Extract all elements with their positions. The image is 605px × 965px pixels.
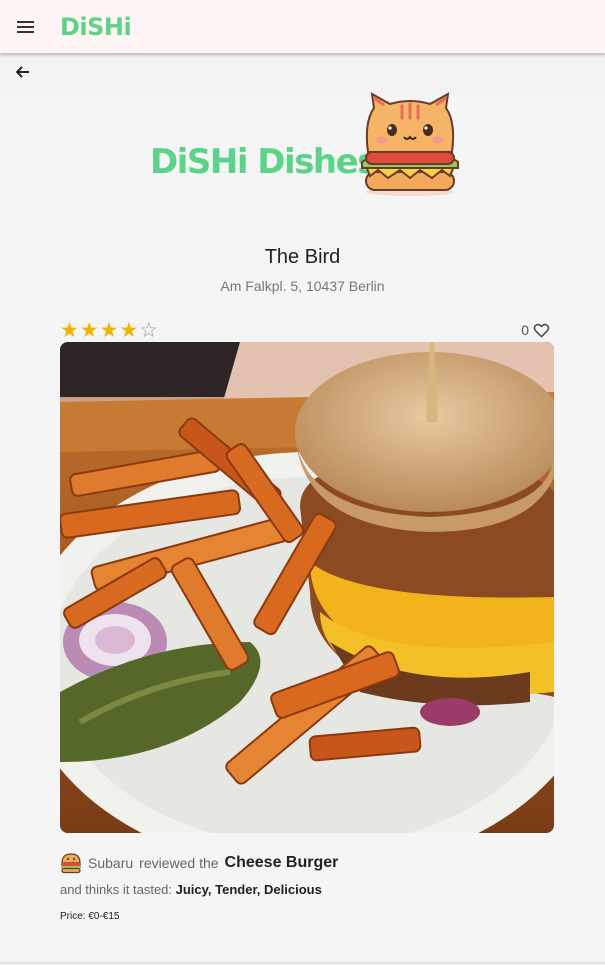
restaurant-name[interactable]: The Bird (0, 246, 605, 269)
review-user[interactable]: Subaru (88, 855, 133, 871)
star-filled-icon: ★ (60, 319, 79, 342)
star-empty-icon: ☆ (139, 319, 159, 342)
star-filled-icon: ★ (99, 319, 119, 342)
brand-logo[interactable]: DiSHi (60, 13, 132, 41)
taste-tags: Juicy, Tender, Delicious (175, 882, 322, 897)
divider (0, 962, 605, 964)
dish-photo-image (60, 342, 554, 833)
thinks-text: and thinks it tasted: (60, 882, 173, 897)
hero-banner: DiSHi Dishes! (148, 92, 478, 202)
app-bar: DiSHi (0, 0, 605, 53)
burger-avatar-icon[interactable] (60, 852, 82, 874)
like-count: 0 (521, 322, 529, 338)
review-summary: Subaru reviewed the Cheese Burger and th… (60, 852, 560, 922)
restaurant-address: Am Falkpl. 5, 10437 Berlin (220, 278, 385, 294)
menu-icon[interactable] (0, 0, 50, 53)
like-counter[interactable]: 0 (521, 322, 550, 338)
price-range: Price: €0-€15 (60, 911, 120, 922)
arrow-left-icon (16, 66, 29, 78)
rating-stars: ★ ★ ★ ★ ☆ (60, 320, 158, 342)
cat-burger-icon (361, 92, 459, 196)
dish-photo[interactable] (60, 342, 554, 833)
star-filled-icon: ★ (119, 319, 139, 342)
back-button[interactable] (12, 61, 34, 83)
sub-toolbar (0, 53, 605, 95)
heart-outline-icon[interactable] (533, 323, 550, 338)
star-filled-icon: ★ (79, 319, 99, 342)
dish-name[interactable]: Cheese Burger (225, 854, 339, 872)
reviewed-text: reviewed the (139, 855, 219, 871)
